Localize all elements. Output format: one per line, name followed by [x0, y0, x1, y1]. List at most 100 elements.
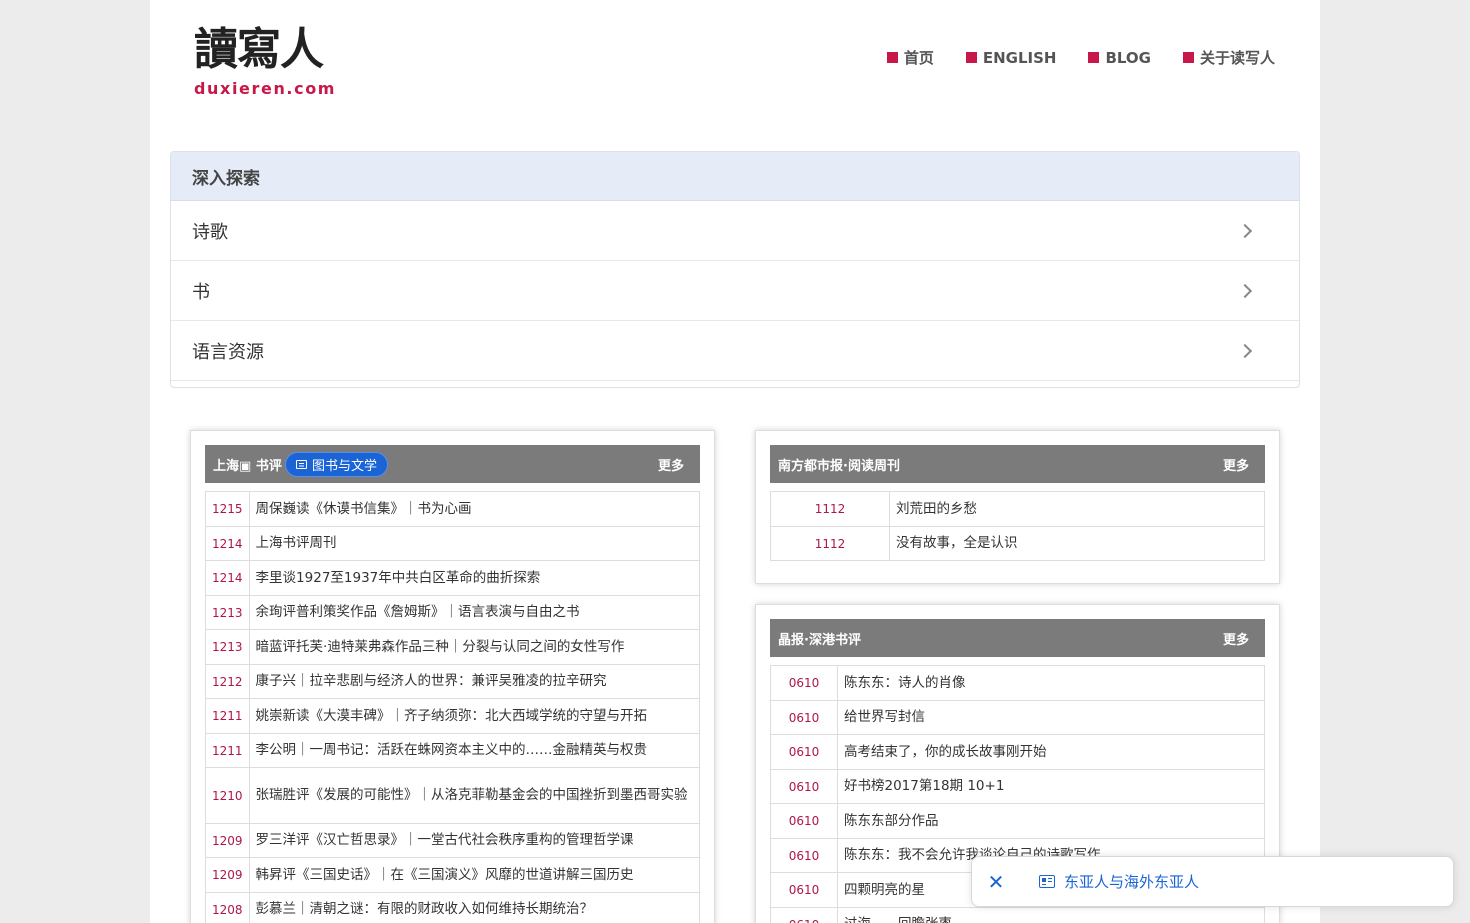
article-table: 1112 刘荒田的乡愁 1112 没有故事，全是认识	[770, 491, 1265, 561]
chevron-right-icon	[1237, 223, 1253, 238]
article-link[interactable]: 刘荒田的乡愁	[889, 491, 1265, 527]
suggestion-link[interactable]: 东亚人与海外东亚人	[1064, 871, 1199, 892]
nav-label: BLOG	[1105, 48, 1151, 67]
date-cell: 1211	[205, 733, 250, 768]
main-nav: 首页 ENGLISH BLOG 关于读写人	[886, 47, 1275, 68]
article-link[interactable]: 好书榜2017第18期 10+1	[837, 769, 1265, 804]
newspaper-icon	[296, 460, 307, 469]
table-row: 1112 刘荒田的乡愁	[770, 491, 1265, 527]
article-link[interactable]: 陈东东部分作品	[837, 803, 1265, 839]
close-icon[interactable]: ✕	[987, 872, 1005, 892]
article-link[interactable]: 罗三洋评《汉亡哲思录》｜一堂古代社会秩序重构的管理哲学课	[248, 823, 701, 858]
date-cell: 1208	[205, 892, 250, 923]
table-row: 0610过海——回瞻张枣	[770, 907, 1265, 923]
article-link[interactable]: 李里谈1927至1937年中共白区革命的曲折探索	[248, 560, 701, 596]
more-link[interactable]: 更多	[1223, 455, 1249, 474]
article-link[interactable]: 姚崇新读《大漠丰碑》｜齐子纳须弥：北大西域学统的守望与开拓	[248, 698, 701, 734]
shanghai-review-box: 上海▣ 书评 图书与文学 更多 1215 周保巍读《休谟书信集》｜书为心画 121…	[190, 430, 715, 923]
nav-label: 首页	[903, 49, 934, 67]
article-link[interactable]: 李公明｜一周书记：活跃在蛛网资本主义中的……金融精英与权贵	[248, 733, 701, 768]
more-link[interactable]: 更多	[1223, 629, 1249, 648]
article-link[interactable]: 余珣评普利策奖作品《詹姆斯》｜语言表演与自由之书	[248, 595, 701, 630]
date-cell: 1213	[205, 595, 250, 630]
box-header: 晶报·深港书评 更多	[770, 619, 1265, 657]
article-table: 1215 周保巍读《休谟书信集》｜书为心画 1214 上海书评周刊 1214 李里谈1…	[205, 491, 701, 923]
table-row: 1213 余珣评普利策奖作品《詹姆斯》｜语言表演与自由之书	[205, 595, 701, 630]
date-cell: 0610	[770, 769, 838, 804]
table-row: 1214 李里谈1927至1937年中共白区革命的曲折探索	[205, 560, 701, 596]
table-row: 1209 罗三洋评《汉亡哲思录》｜一堂古代社会秩序重构的管理哲学课	[205, 823, 701, 858]
table-row: 0610 高考结束了，你的成长故事刚开始	[770, 734, 1265, 770]
explore-item-label: 书	[192, 281, 210, 303]
explore-item-label: 诗歌	[192, 221, 228, 243]
square-bullet-icon	[965, 52, 977, 63]
table-row: 0610 好书榜2017第18期 10+1	[770, 769, 1265, 804]
newspaper-icon	[1039, 875, 1055, 888]
date-cell: 1209	[205, 857, 250, 893]
date-cell: 0610	[770, 803, 838, 839]
southern-metropolis-box: 南方都市报·阅读周刊 更多 1112 刘荒田的乡愁 1112 没有故事，全是认识	[755, 430, 1280, 584]
article-link[interactable]: 没有故事，全是认识	[889, 526, 1265, 561]
table-row: 1213 暗蓝评托芙·迪特莱弗森作品三种｜分裂与认同之间的女性写作	[205, 629, 701, 665]
nav-home[interactable]: 首页	[886, 47, 934, 68]
article-link[interactable]: 陈东东：诗人的肖像	[837, 665, 1265, 701]
table-row: 1212 康子兴｜拉辛悲剧与经济人的世界：兼评吴雅凌的拉辛研究	[205, 664, 701, 699]
article-link[interactable]: 韩昇评《三国史话》｜在《三国演义》风靡的世道讲解三国历史	[248, 857, 701, 893]
nav-about[interactable]: 关于读写人	[1182, 47, 1275, 68]
box-title: 南方都市报·阅读周刊	[778, 458, 900, 474]
site-logo[interactable]: 讀寫人 duxieren.com	[194, 20, 349, 98]
category-tag[interactable]: 图书与文学	[285, 452, 389, 477]
nav-label: ENGLISH	[982, 48, 1057, 67]
chevron-right-icon	[1237, 283, 1253, 298]
article-link[interactable]: 上海书评周刊	[248, 526, 701, 561]
article-link[interactable]: 暗蓝评托芙·迪特莱弗森作品三种｜分裂与认同之间的女性写作	[248, 629, 701, 665]
table-row: 1211 姚崇新读《大漠丰碑》｜齐子纳须弥：北大西域学统的守望与开拓	[205, 698, 701, 734]
box-header: 南方都市报·阅读周刊 更多	[770, 445, 1265, 483]
table-row: 1112 没有故事，全是认识	[770, 526, 1265, 561]
square-bullet-icon	[1182, 52, 1194, 63]
explore-item-label: 语言资源	[192, 341, 264, 363]
square-bullet-icon	[886, 52, 898, 63]
table-row: 1215 周保巍读《休谟书信集》｜书为心画	[205, 491, 701, 527]
square-bullet-icon	[1088, 52, 1100, 63]
date-cell: 0610	[770, 838, 838, 873]
more-link[interactable]: 更多	[658, 455, 684, 474]
explore-item-books[interactable]: 书	[171, 261, 1299, 321]
logo-domain: duxieren.com	[194, 79, 337, 98]
table-row: 0610 给世界写封信	[770, 700, 1265, 735]
table-row: 1208 彭慕兰｜清朝之谜：有限的财政收入如何维持长期统治？	[205, 892, 701, 923]
article-link[interactable]: 给世界写封信	[837, 700, 1265, 735]
logo-chinese: 讀寫人	[194, 24, 324, 75]
table-row: 0610 陈东东部分作品	[770, 803, 1265, 839]
article-link[interactable]: 过海——回瞻张枣	[837, 907, 1265, 923]
date-cell: 1112	[770, 491, 890, 527]
date-cell: 1112	[770, 526, 890, 561]
nav-label: 关于读写人	[1199, 49, 1275, 67]
date-cell: 1214	[205, 526, 250, 561]
nav-english[interactable]: ENGLISH	[965, 47, 1057, 68]
date-cell: 1215	[205, 491, 250, 527]
article-link[interactable]: 高考结束了，你的成长故事刚开始	[837, 734, 1265, 770]
table-row: 0610 陈东东：诗人的肖像	[770, 665, 1265, 701]
date-cell: 0610	[770, 734, 838, 770]
box-title: 晶报·深港书评	[778, 632, 861, 648]
date-cell: 1211	[205, 698, 250, 734]
article-link[interactable]: 康子兴｜拉辛悲剧与经济人的世界：兼评吴雅凌的拉辛研究	[248, 664, 701, 699]
article-link[interactable]: 周保巍读《休谟书信集》｜书为心画	[248, 491, 701, 527]
explore-item-language[interactable]: 语言资源	[171, 321, 1299, 381]
table-row: 1209 韩昇评《三国史话》｜在《三国演义》风靡的世道讲解三国历史	[205, 857, 701, 893]
date-cell: 1213	[205, 629, 250, 665]
date-cell: 0610	[770, 872, 838, 908]
date-cell: 1209	[205, 823, 250, 858]
table-row: 1214 上海书评周刊	[205, 526, 701, 561]
box-header: 上海▣ 书评 图书与文学 更多	[205, 445, 700, 483]
explore-panel: 深入探索 诗歌 书 语言资源	[170, 151, 1300, 388]
date-cell: 0610	[770, 665, 838, 701]
article-link[interactable]: 彭慕兰｜清朝之谜：有限的财政收入如何维持长期统治？	[248, 892, 701, 923]
table-row: 1211 李公明｜一周书记：活跃在蛛网资本主义中的……金融精英与权贵	[205, 733, 701, 768]
tag-label: 图书与文学	[312, 459, 378, 474]
explore-item-poetry[interactable]: 诗歌	[171, 201, 1299, 261]
date-cell: 1214	[205, 560, 250, 596]
article-link[interactable]: 张瑞胜评《发展的可能性》｜从洛克菲勒基金会的中国挫折到墨西哥实验	[248, 767, 701, 824]
nav-blog[interactable]: BLOG	[1088, 47, 1151, 68]
